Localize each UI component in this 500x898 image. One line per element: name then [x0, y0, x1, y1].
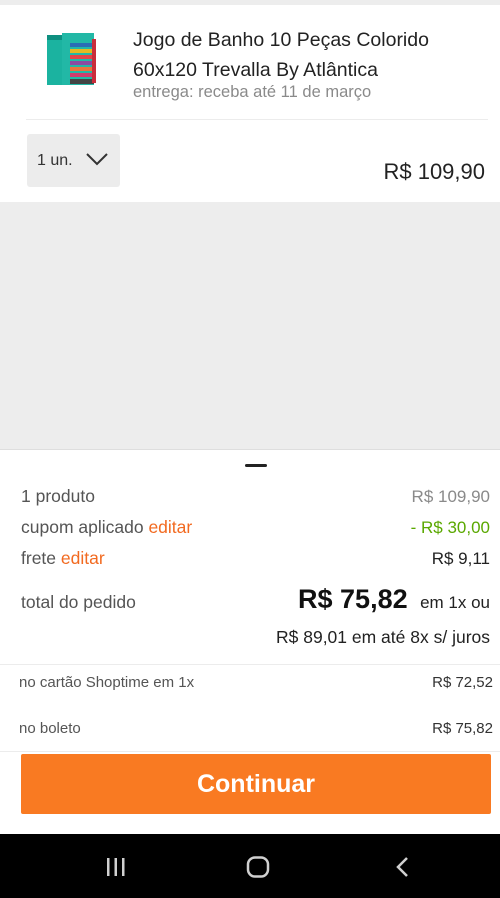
products-value: R$ 109,90	[411, 487, 490, 506]
total-suffix: em 1x ou	[420, 593, 490, 612]
installments-info: R$ 89,01 em até 8x s/ juros	[276, 627, 490, 647]
sheet-drag-handle[interactable]	[245, 464, 267, 467]
product-image[interactable]	[44, 29, 100, 93]
shipping-value: R$ 9,11	[431, 549, 490, 568]
shipping-row: frete editar R$ 9,11	[21, 548, 490, 569]
product-title[interactable]: Jogo de Banho 10 Peças Colorido 60x120 T…	[133, 25, 463, 85]
coupon-value: - R$ 30,00	[410, 518, 490, 537]
continue-button[interactable]: Continuar	[21, 754, 491, 814]
divider	[26, 119, 488, 120]
products-label: 1 produto	[21, 486, 95, 506]
order-summary-sheet: 1 produto R$ 109,90 cupom aplicado edita…	[0, 449, 500, 834]
card-payment-value: R$ 72,52	[432, 674, 493, 691]
cart-item-card: Jogo de Banho 10 Peças Colorido 60x120 T…	[0, 5, 500, 202]
delivery-estimate: entrega: receba até 11 de março	[133, 83, 372, 101]
divider	[0, 751, 500, 752]
quantity-value: 1 un.	[37, 151, 73, 169]
products-row: 1 produto R$ 109,90	[21, 486, 490, 507]
boleto-row: no boleto R$ 75,82	[19, 720, 493, 737]
edit-shipping-link[interactable]: editar	[61, 548, 105, 568]
coupon-label: cupom aplicado	[21, 517, 144, 537]
back-icon[interactable]	[382, 852, 422, 882]
total-row: total do pedido R$ 75,82 em 1x ou	[21, 584, 490, 615]
recent-apps-icon[interactable]	[96, 852, 136, 882]
coupon-row: cupom aplicado editar - R$ 30,00	[21, 517, 490, 538]
quantity-selector[interactable]: 1 un.	[27, 134, 120, 187]
card-payment-label: no cartão Shoptime em 1x	[19, 674, 195, 691]
card-payment-row: no cartão Shoptime em 1x R$ 72,52	[19, 674, 493, 691]
divider	[0, 664, 500, 665]
total-label: total do pedido	[21, 592, 136, 612]
boleto-value: R$ 75,82	[432, 720, 493, 737]
home-icon[interactable]	[238, 852, 278, 882]
android-navigation-bar	[0, 834, 500, 898]
boleto-label: no boleto	[19, 720, 81, 737]
product-price: R$ 109,90	[383, 159, 485, 184]
edit-coupon-link[interactable]: editar	[148, 517, 192, 537]
chevron-down-icon	[86, 153, 108, 166]
shipping-label: frete	[21, 548, 57, 568]
total-value: R$ 75,82	[298, 584, 408, 614]
